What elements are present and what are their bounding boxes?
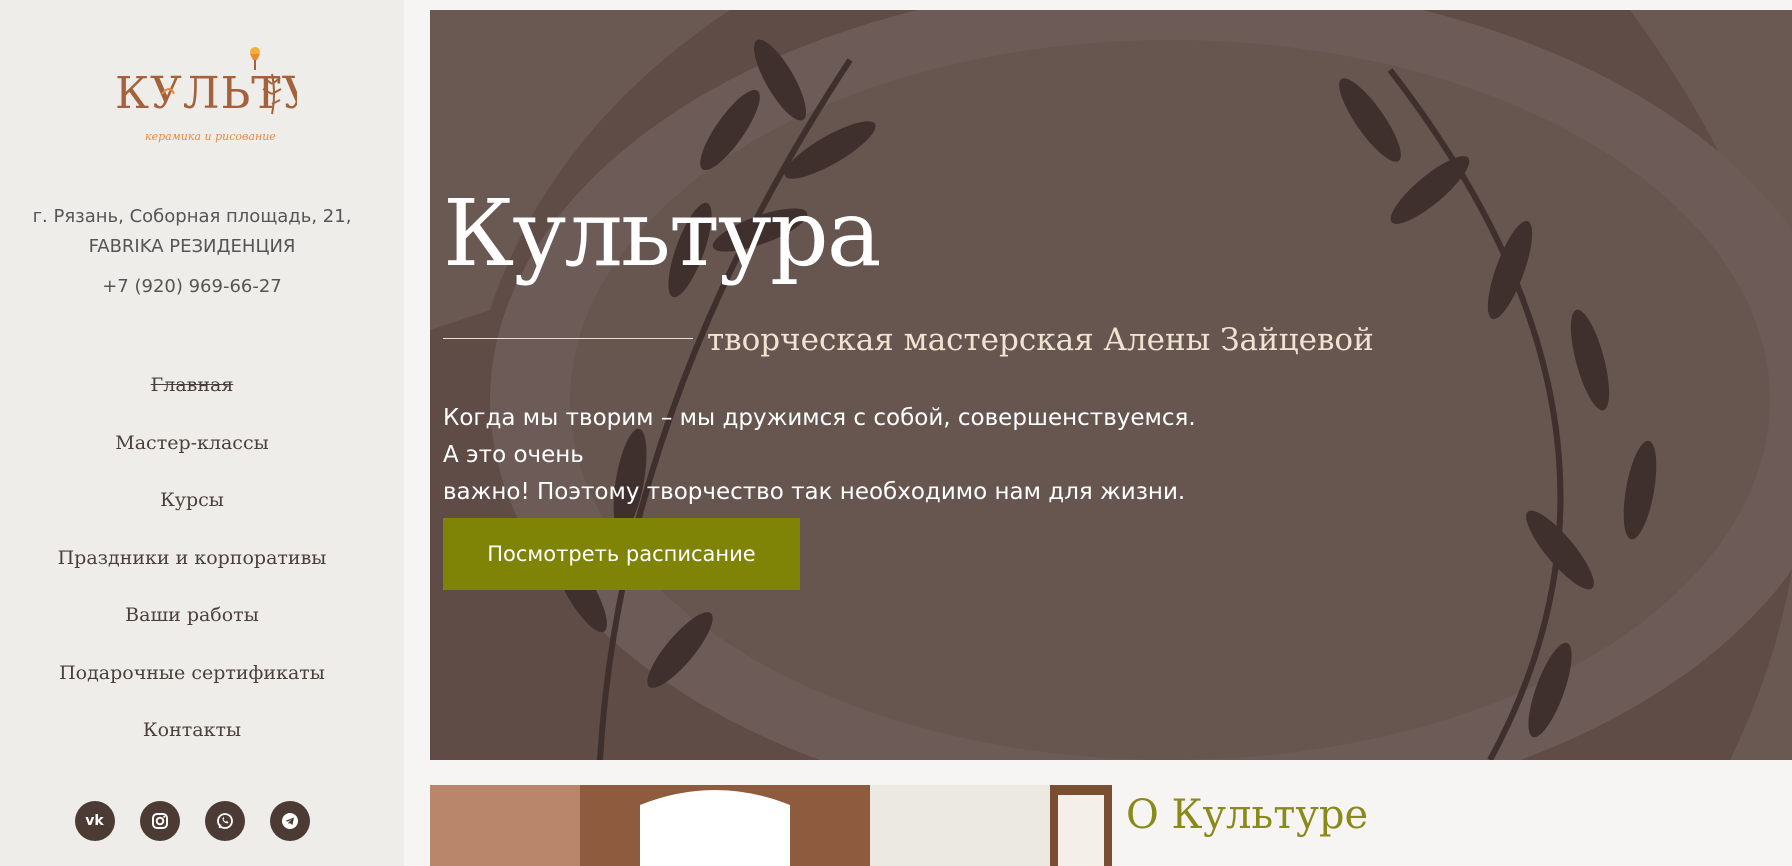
- address-line-2: FABRIKA РЕЗИДЕНЦИЯ: [88, 236, 296, 257]
- hero-description-line-1: Когда мы творим – мы дружимся с собой, с…: [443, 405, 1196, 468]
- main-navigation: Главная Мастер-классы Курсы Праздники и …: [0, 370, 384, 773]
- site-logo[interactable]: КУЛЬТУРА керамика и рисование: [0, 44, 404, 154]
- telegram-glyph: [281, 813, 298, 829]
- nav-item-master-classes[interactable]: Мастер-классы: [0, 428, 384, 486]
- about-studio-photo: [430, 785, 1112, 866]
- whatsapp-glyph: [216, 813, 233, 829]
- hero-divider: [443, 338, 693, 339]
- instagram-glyph: [151, 813, 168, 829]
- logo-tagline: керамика и рисование: [145, 130, 276, 143]
- nav-item-courses[interactable]: Курсы: [0, 485, 384, 543]
- nav-item-gift-certificates[interactable]: Подарочные сертификаты: [0, 658, 384, 716]
- hero-description-line-2: важно! Поэтому творчество так необходимо…: [443, 479, 1186, 505]
- whatsapp-icon[interactable]: [204, 801, 245, 841]
- nav-item-home[interactable]: Главная: [0, 370, 384, 428]
- nav-item-contacts[interactable]: Контакты: [0, 715, 384, 773]
- social-links: vk: [0, 801, 384, 841]
- hero-banner: Культура творческая мастерская Алены Зай…: [430, 10, 1792, 760]
- telegram-icon[interactable]: [269, 801, 310, 841]
- address-line-1: г. Рязань, Соборная площадь, 21,: [32, 206, 352, 227]
- hero-title: Культура: [443, 180, 882, 287]
- hero-description: Когда мы творим – мы дружимся с собой, с…: [443, 400, 1203, 511]
- vk-icon[interactable]: vk: [74, 801, 115, 841]
- hero-background-image: [430, 10, 1792, 760]
- phone-number[interactable]: +7 (920) 969-66-27: [0, 272, 384, 302]
- studio-interior-image: [430, 785, 1112, 866]
- view-schedule-button[interactable]: Посмотреть расписание: [443, 518, 800, 590]
- about-heading: О Культуре: [1126, 792, 1369, 838]
- nav-item-holidays[interactable]: Праздники и корпоративы: [0, 543, 384, 601]
- instagram-icon[interactable]: [139, 801, 180, 841]
- vk-glyph: vk: [85, 813, 104, 829]
- sidebar: КУЛЬТУРА керамика и рисование г. Рязань,…: [0, 0, 404, 866]
- hero-subtitle: творческая мастерская Алены Зайцевой: [707, 322, 1374, 358]
- contacts-block: г. Рязань, Соборная площадь, 21, FABRIKA…: [0, 202, 384, 302]
- logo-image: КУЛЬТУРА керамика и рисование: [115, 47, 297, 143]
- nav-item-your-works[interactable]: Ваши работы: [0, 600, 384, 658]
